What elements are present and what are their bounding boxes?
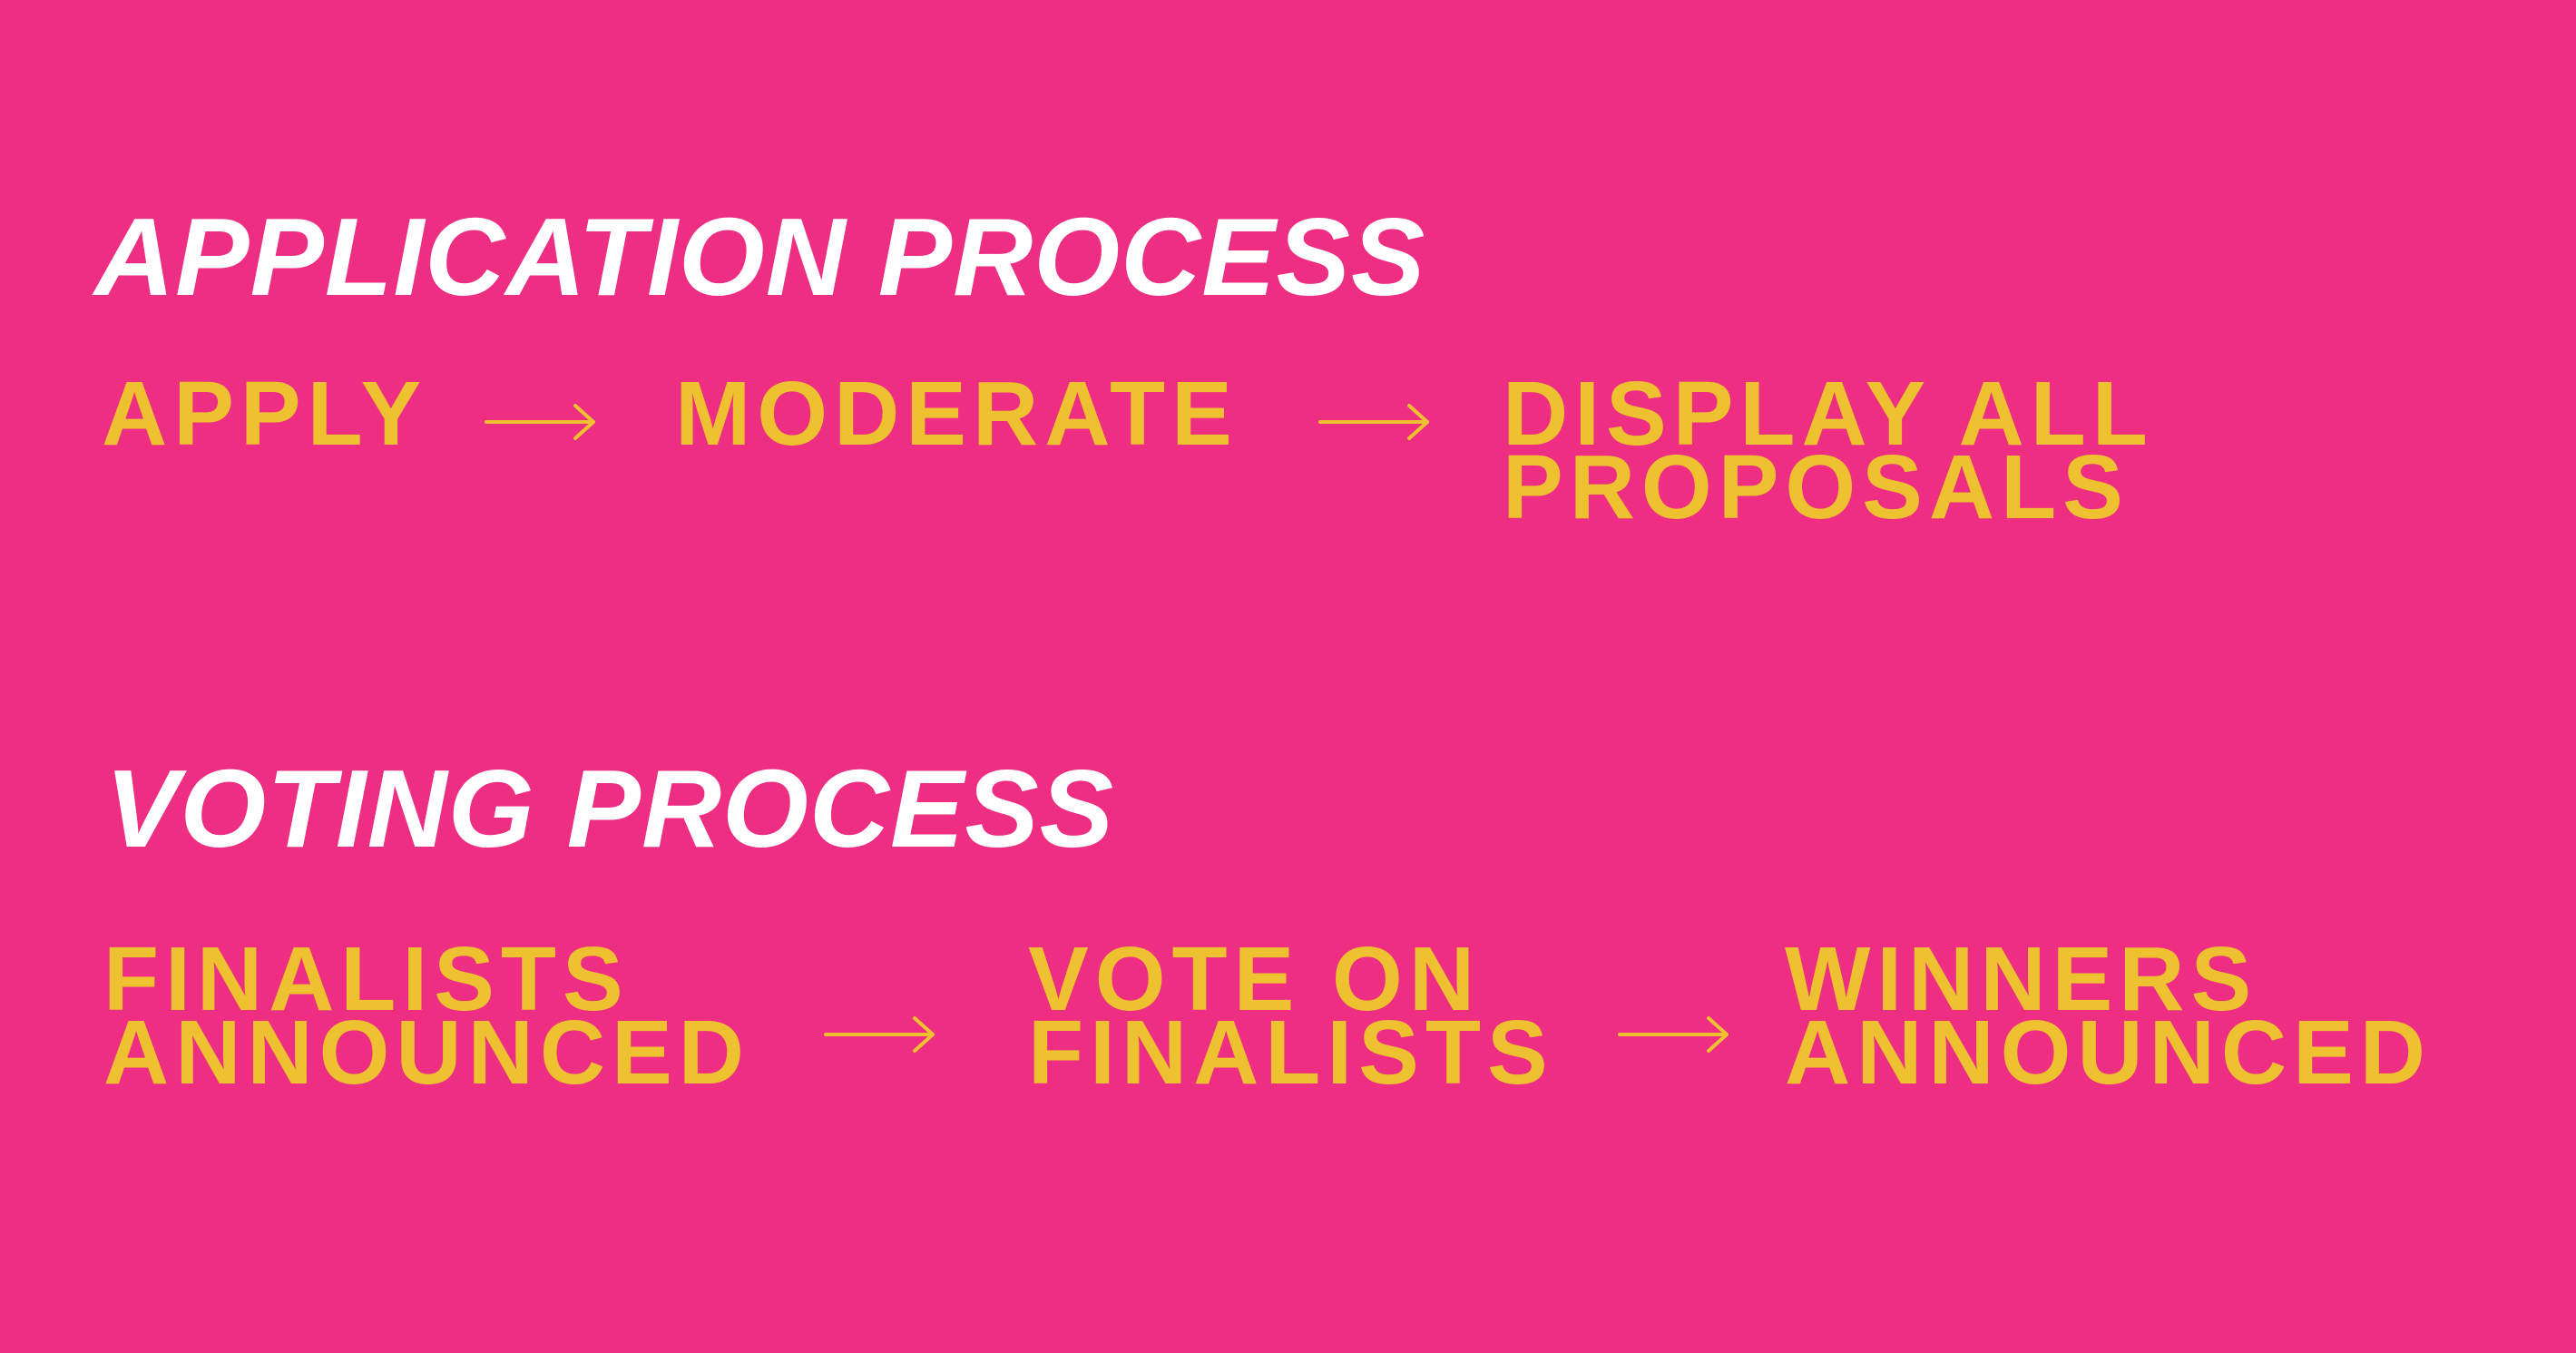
step-line: FINALISTS — [1028, 1002, 1554, 1103]
step-line: PROPOSALS — [1503, 436, 2130, 538]
arrow-right-icon — [485, 404, 595, 440]
step-line: ANNOUNCED — [1785, 1002, 2432, 1103]
step-finalists-announced: FINALISTS ANNOUNCED — [103, 934, 750, 1103]
application-process-title: APPLICATION PROCESS — [94, 195, 1426, 319]
arrow-right-icon — [824, 1016, 935, 1053]
step-vote-on-finalists: VOTE ON FINALISTS — [1028, 934, 1554, 1103]
step-apply: APPLY — [102, 363, 428, 465]
step-display-all-proposals: DISPLAY ALL PROPOSALS — [1503, 368, 2154, 538]
step-line: APPLY — [102, 363, 428, 465]
arrow-right-icon — [1318, 404, 1429, 440]
step-line: MODERATE — [675, 363, 1239, 465]
voting-process-title: VOTING PROCESS — [105, 747, 1115, 870]
step-line: ANNOUNCED — [103, 1002, 750, 1103]
step-moderate: MODERATE — [675, 363, 1239, 465]
step-winners-announced: WINNERS ANNOUNCED — [1785, 934, 2432, 1103]
arrow-right-icon — [1618, 1016, 1729, 1053]
